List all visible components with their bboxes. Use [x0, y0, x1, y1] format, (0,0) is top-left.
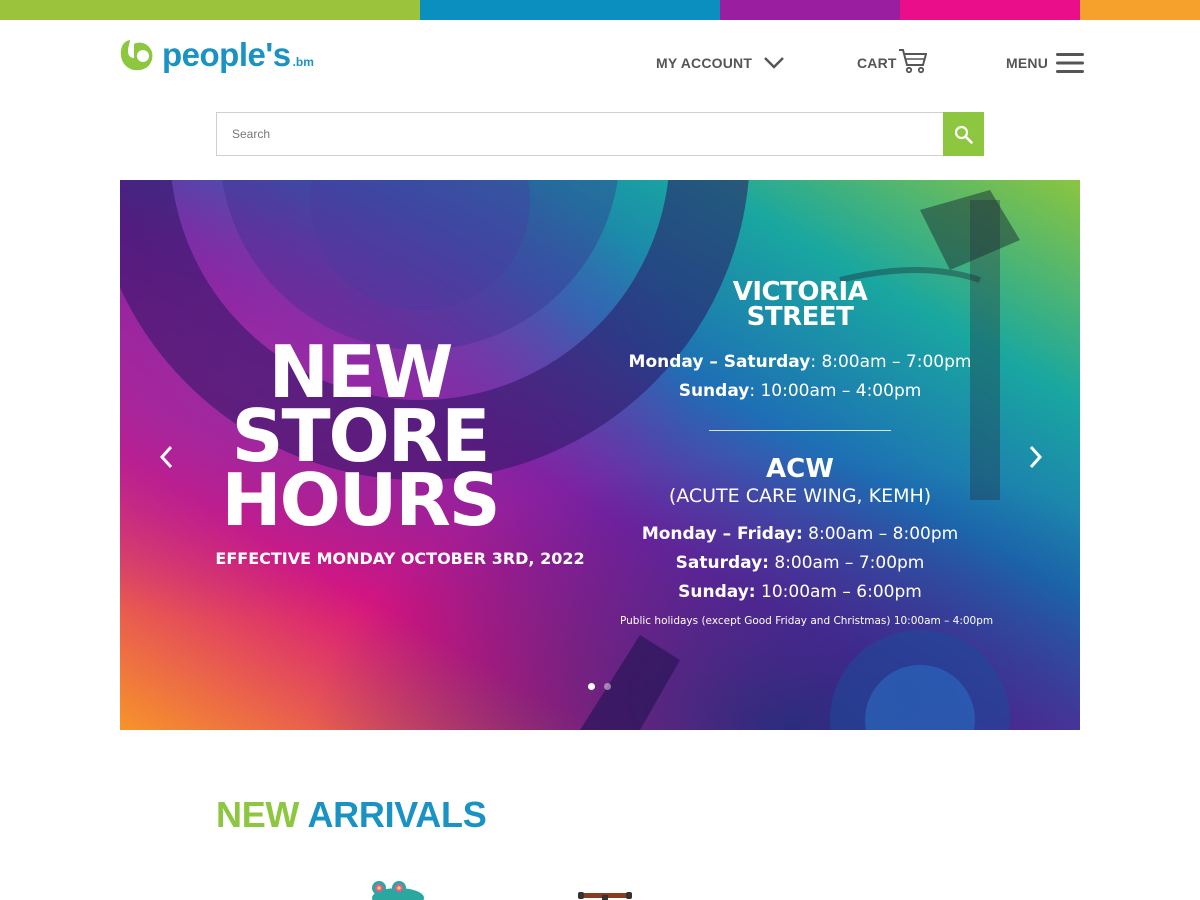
stripe-segment-pink [900, 0, 1080, 20]
my-account-dropdown[interactable]: MY ACCOUNT [656, 48, 784, 78]
hero-headline: NEW STORE HOURS [221, 336, 500, 542]
chevron-left-icon [159, 445, 173, 469]
search-button[interactable] [943, 112, 984, 156]
acw-title: ACW [766, 454, 834, 484]
carousel-next-button[interactable] [1026, 442, 1046, 472]
headline-line-3: HOURS [221, 458, 500, 542]
search-icon [954, 125, 973, 144]
victoria-title-line-2: STREET [746, 302, 854, 332]
acw-row-3-time: 10:00am – 6:00pm [755, 582, 922, 602]
hours-divider [709, 430, 891, 431]
acw-row-2-day: Saturday: [675, 553, 769, 573]
victoria-row-1-time: : 8:00am – 7:00pm [810, 352, 972, 372]
acw-subtitle: (ACUTE CARE WING, KEMH) [668, 485, 932, 507]
victoria-row-2-day: Sunday [678, 381, 750, 401]
acw-row-1-day: Monday – Friday: [641, 524, 803, 544]
carousel-dot-2[interactable] [604, 683, 611, 690]
menu-label: MENU [1006, 55, 1049, 71]
stripe-segment-green [0, 0, 420, 20]
cart-link[interactable]: CART [857, 48, 927, 78]
acw-row-1-time: 8:00am – 8:00pm [802, 524, 959, 544]
victoria-title: VICTORIA STREET [620, 279, 980, 332]
cart-label: CART [857, 55, 897, 71]
store-hours-panel: VICTORIA STREET Monday – Saturday: 8:00a… [620, 279, 994, 627]
scooter-toy-image [578, 892, 632, 900]
hero-banner-slide[interactable]: NEW STORE HOURS EFFECTIVE MONDAY OCTOBER… [120, 180, 1080, 730]
carousel-dot-1[interactable] [588, 683, 595, 690]
victoria-hours-row-2: Sunday: 10:00am – 4:00pm [620, 377, 980, 406]
victoria-row-1-day: Monday – Saturday [628, 352, 811, 372]
acw-hours-row-3: Sunday: 10:00am – 6:00pm [620, 578, 980, 607]
cart-icon [898, 48, 927, 74]
new-arrivals-word-new: NEW [216, 794, 300, 835]
product-thumbnail-2[interactable] [578, 888, 634, 900]
logo-tld: .bm [292, 55, 314, 69]
site-logo-link[interactable]: people's .bm [120, 38, 314, 72]
stripe-segment-purple [720, 0, 900, 20]
frog-toy-image [372, 881, 424, 900]
my-account-label: MY ACCOUNT [656, 55, 753, 71]
carousel-dots [588, 683, 611, 690]
search-input[interactable] [216, 112, 943, 156]
new-arrivals-word-arrivals: ARRIVALS [307, 794, 487, 835]
new-arrivals-heading: NEW ARRIVALS [216, 794, 487, 836]
search-bar [216, 112, 984, 156]
effective-date: EFFECTIVE MONDAY OCTOBER 3RD, 2022 [215, 549, 585, 568]
victoria-row-2-time: : 10:00am – 4:00pm [749, 381, 922, 401]
top-color-stripe [0, 0, 1200, 20]
logo-text: people's [162, 36, 291, 73]
acw-hours-row-1: Monday – Friday: 8:00am – 8:00pm [620, 520, 980, 549]
product-thumbnail-1[interactable] [370, 878, 430, 900]
carousel-prev-button[interactable] [156, 442, 176, 472]
acw-hours-row-2: Saturday: 8:00am – 7:00pm [620, 549, 980, 578]
victoria-hours-row-1: Monday – Saturday: 8:00am – 7:00pm [620, 348, 980, 377]
hamburger-icon [1056, 52, 1085, 74]
menu-button[interactable]: MENU [1006, 48, 1085, 78]
stripe-segment-blue [420, 0, 720, 20]
acw-row-3-day: Sunday: [678, 582, 756, 602]
acw-row-2-time: 8:00am – 7:00pm [768, 553, 925, 573]
logo-mark-icon [120, 38, 158, 72]
holiday-note: Public holidays (except Good Friday and … [620, 615, 994, 627]
chevron-down-icon [764, 57, 784, 69]
chevron-right-icon [1029, 445, 1043, 469]
stripe-segment-orange [1080, 0, 1200, 20]
